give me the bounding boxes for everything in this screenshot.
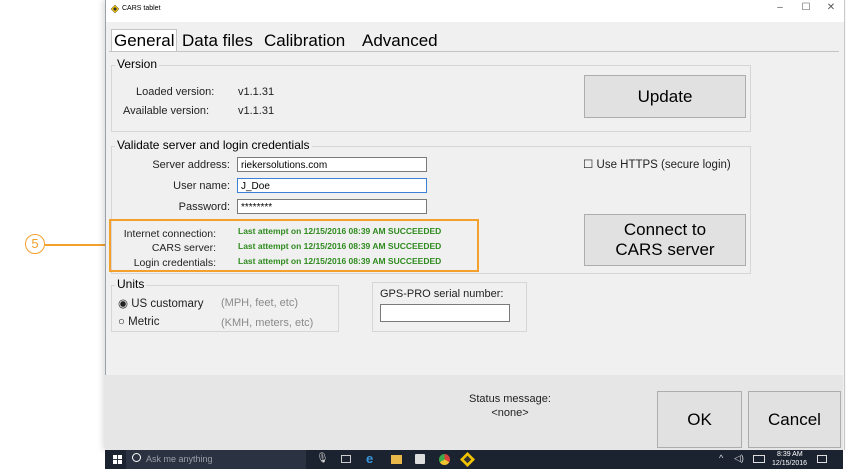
cars-taskbar-icon[interactable]: [460, 452, 475, 467]
taskbar: Ask me anything 🎙 e ^ ◁) 8:39 AM 12/15/2…: [105, 450, 843, 469]
clock-time: 8:39 AM: [777, 451, 803, 458]
notifications-icon[interactable]: [817, 455, 827, 463]
credentials-group-title: Validate server and login credentials: [115, 138, 312, 152]
us-customary-radio[interactable]: ◉ US customary: [118, 296, 203, 310]
server-address-field[interactable]: riekersolutions.com: [237, 157, 427, 172]
search-placeholder: Ask me anything: [146, 454, 213, 464]
clock-date: 12/15/2016: [772, 460, 808, 467]
radio-selected-icon[interactable]: ◉: [118, 298, 131, 310]
callout-number: 5: [25, 234, 45, 254]
https-checkbox[interactable]: ☐ Use HTTPS (secure login): [583, 157, 731, 171]
title-bar: CARS tablet – ☐ ✕: [106, 0, 844, 22]
metric-hint: (KMH, meters, etc): [221, 317, 314, 329]
maximize-button[interactable]: ☐: [798, 2, 814, 13]
us-customary-hint: (MPH, feet, etc): [221, 297, 299, 309]
status-message-label: Status message:: [469, 393, 551, 405]
windows-start-icon[interactable]: [113, 455, 122, 464]
update-button[interactable]: Update: [584, 75, 746, 118]
loaded-version-label: Loaded version:: [136, 86, 215, 98]
cortana-icon: [132, 453, 141, 462]
callout-line: [45, 244, 109, 246]
password-label: Password:: [178, 201, 230, 213]
status-highlight-box: [109, 219, 479, 272]
volume-icon[interactable]: ◁): [734, 453, 744, 464]
window-title: CARS tablet: [122, 5, 161, 12]
minimize-button[interactable]: –: [772, 2, 788, 13]
version-group-title: Version: [115, 57, 160, 71]
available-version-label: Available version:: [123, 105, 210, 117]
keyboard-icon[interactable]: [753, 455, 765, 463]
tab-data-files[interactable]: Data files: [182, 31, 253, 51]
status-message-value: <none>: [491, 407, 529, 419]
units-group-title: Units: [115, 277, 147, 291]
tab-general[interactable]: General: [111, 29, 178, 52]
connect-button[interactable]: Connect to CARS server: [584, 214, 746, 266]
microphone-icon[interactable]: 🎙: [316, 453, 329, 464]
available-version-value: v1.1.31: [238, 105, 275, 117]
tray-chevron-icon[interactable]: ^: [719, 453, 723, 463]
cars-app-icon: [111, 5, 119, 13]
tab-advanced[interactable]: Advanced: [362, 31, 438, 51]
search-box[interactable]: Ask me anything: [126, 450, 306, 469]
tab-calibration[interactable]: Calibration: [264, 31, 345, 51]
ok-button[interactable]: OK: [657, 391, 742, 448]
close-button[interactable]: ✕: [823, 2, 839, 13]
file-explorer-icon[interactable]: [391, 455, 402, 464]
chrome-icon[interactable]: [439, 454, 450, 465]
connect-button-line2: CARS server: [615, 240, 715, 259]
loaded-version-value: v1.1.31: [238, 86, 275, 98]
password-field[interactable]: ********: [237, 199, 427, 214]
connect-button-line1: Connect to: [623, 220, 707, 239]
gps-serial-label: GPS-PRO serial number:: [380, 288, 504, 300]
radio-empty-icon[interactable]: ○: [118, 316, 128, 328]
metric-label: Metric: [128, 316, 160, 328]
gps-serial-field[interactable]: [380, 304, 510, 322]
tab-divider: [109, 51, 839, 52]
checkbox-icon[interactable]: ☐: [583, 159, 597, 171]
server-address-label: Server address:: [152, 159, 230, 171]
store-icon[interactable]: [415, 454, 425, 464]
us-customary-label: US customary: [131, 298, 204, 310]
task-view-icon[interactable]: [341, 455, 351, 463]
metric-radio[interactable]: ○ Metric: [118, 316, 159, 328]
https-checkbox-label: Use HTTPS (secure login): [596, 159, 731, 171]
edge-icon[interactable]: e: [366, 451, 373, 466]
cancel-button[interactable]: Cancel: [748, 391, 841, 448]
user-name-label: User name:: [173, 180, 230, 192]
user-name-field[interactable]: J_Doe: [237, 178, 427, 193]
